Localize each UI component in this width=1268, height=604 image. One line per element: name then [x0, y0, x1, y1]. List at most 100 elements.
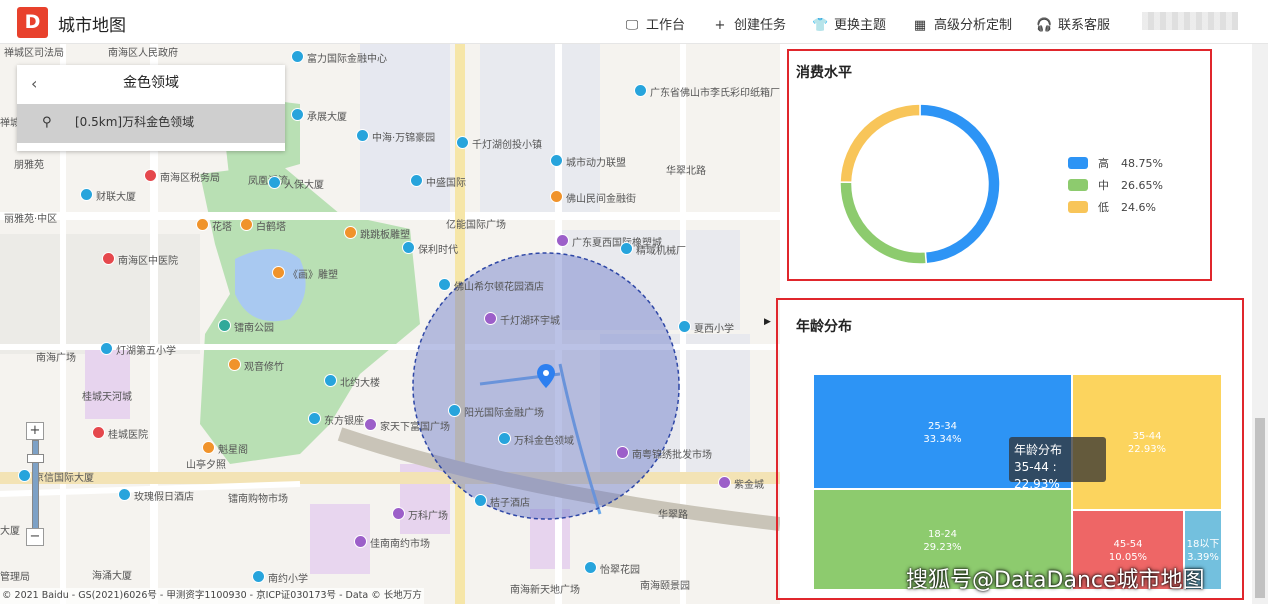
legend-item[interactable]: 高 48.75% — [1068, 155, 1163, 171]
map-poi-label[interactable]: 玫瑰假日酒店 — [134, 488, 194, 503]
map-poi-label[interactable]: 夏西小学 — [694, 320, 734, 335]
map-poi-label[interactable]: 观音修竹 — [244, 358, 284, 373]
poi-pin-icon[interactable] — [196, 218, 209, 231]
poi-pin-icon[interactable] — [252, 570, 265, 583]
poi-pin-icon[interactable] — [268, 176, 281, 189]
panel-scrollbar[interactable] — [1252, 44, 1268, 604]
poi-pin-icon[interactable] — [616, 446, 629, 459]
map-poi-label[interactable]: 华翠路 — [658, 506, 688, 521]
poi-pin-icon[interactable] — [678, 320, 691, 333]
map-poi-label[interactable]: 北约大楼 — [340, 374, 380, 389]
poi-pin-icon[interactable] — [291, 50, 304, 63]
collapse-panel-icon[interactable]: ▶ — [764, 317, 771, 327]
map-poi-label[interactable]: 南海颐景园 — [640, 577, 690, 592]
poi-pin-icon[interactable] — [356, 129, 369, 142]
poi-pin-icon[interactable] — [550, 190, 563, 203]
map-poi-label[interactable]: 白鹤塔 — [256, 218, 286, 233]
poi-pin-icon[interactable] — [92, 426, 105, 439]
map-poi-label[interactable]: 佛山希尔顿花园酒店 — [454, 278, 544, 293]
poi-pin-icon[interactable] — [392, 507, 405, 520]
map-poi-label[interactable]: 南海新天地广场 — [510, 581, 580, 596]
map-poi-label[interactable]: 家天下富国广场 — [380, 418, 450, 433]
poi-pin-icon[interactable] — [448, 404, 461, 417]
poi-pin-icon[interactable] — [272, 266, 285, 279]
map-poi-label[interactable]: 镭南购物市场 — [228, 490, 288, 505]
poi-pin-icon[interactable] — [102, 252, 115, 265]
map-poi-label[interactable]: 千灯湖环宇城 — [500, 312, 560, 327]
map-poi-label[interactable]: 《画》雕塑 — [288, 266, 338, 281]
map-poi-label[interactable]: 精域机械厂 — [636, 242, 686, 257]
poi-pin-icon[interactable] — [308, 412, 321, 425]
map-poi-label[interactable]: 万科金色领域 — [514, 432, 574, 447]
map-poi-label[interactable]: 南海区中医院 — [118, 252, 178, 267]
map-poi-label[interactable]: 阳光国际金融广场 — [464, 404, 544, 419]
nav-advanced-analysis[interactable]: ▦ 高级分析定制 — [912, 14, 1012, 33]
map-poi-label[interactable]: 南粤锦绣批发市场 — [632, 446, 712, 461]
map-poi-label[interactable]: 财联大厦 — [96, 188, 136, 203]
map-poi-label[interactable]: 山亭夕照 — [186, 456, 226, 471]
map-poi-label[interactable]: 南海区税务局 — [160, 169, 220, 184]
poi-pin-icon[interactable] — [100, 342, 113, 355]
map-poi-label[interactable]: 佛山民间金融街 — [566, 190, 636, 205]
poi-pin-icon[interactable] — [634, 84, 647, 97]
donut-slice-低[interactable] — [839, 103, 921, 184]
poi-pin-icon[interactable] — [354, 535, 367, 548]
map-poi-label[interactable]: 南海广场 — [36, 349, 76, 364]
nav-create-task[interactable]: + 创建任务 — [712, 14, 786, 33]
legend-item[interactable]: 低 24.6% — [1068, 199, 1156, 215]
zoom-out-button[interactable]: − — [26, 528, 44, 546]
poi-pin-icon[interactable] — [240, 218, 253, 231]
poi-pin-icon[interactable] — [324, 374, 337, 387]
map-poi-label[interactable]: 海涌大厦 — [92, 567, 132, 582]
map-poi-label[interactable]: 人保大厦 — [284, 176, 324, 191]
map-poi-label[interactable]: 镭南公园 — [234, 319, 274, 334]
poi-pin-icon[interactable] — [118, 488, 131, 501]
poi-pin-icon[interactable] — [550, 154, 563, 167]
map-poi-label[interactable]: 城市动力联盟 — [566, 154, 626, 169]
map-poi-label[interactable]: 南海区人民政府 — [108, 44, 178, 59]
map-poi-label[interactable]: 万科广场 — [408, 507, 448, 522]
map-poi-label[interactable]: 丽雅苑·中区 — [4, 210, 57, 225]
nav-contact-support[interactable]: 🎧 联系客服 — [1036, 14, 1110, 33]
poi-pin-icon[interactable] — [456, 136, 469, 149]
poi-pin-icon[interactable] — [402, 241, 415, 254]
poi-pin-icon[interactable] — [584, 561, 597, 574]
map-poi-label[interactable]: 华翠北路 — [666, 162, 706, 177]
area-list-item[interactable]: ⚲ [0.5km]万科金色领域 — [17, 104, 285, 143]
map-view[interactable]: 禅城区司法局南海区人民政府禅城区办富力国际金融中心承展大厦中海·万锦豪园千灯湖创… — [0, 44, 780, 604]
poi-pin-icon[interactable] — [484, 312, 497, 325]
map-poi-label[interactable]: 魁星阁 — [218, 441, 248, 456]
poi-pin-icon[interactable] — [410, 174, 423, 187]
map-poi-label[interactable]: 灯湖第五小学 — [116, 342, 176, 357]
poi-pin-icon[interactable] — [228, 358, 241, 371]
poi-pin-icon[interactable] — [474, 494, 487, 507]
app-logo[interactable]: D — [17, 7, 48, 38]
back-arrow-icon[interactable]: ‹ — [31, 65, 37, 102]
poi-pin-icon[interactable] — [438, 278, 451, 291]
poi-pin-icon[interactable] — [620, 242, 633, 255]
nav-change-theme[interactable]: 👕 更换主题 — [812, 14, 886, 33]
donut-slice-中[interactable] — [839, 181, 928, 265]
map-poi-label[interactable]: 桂城医院 — [108, 426, 148, 441]
map-poi-label[interactable]: 桂城天河城 — [82, 388, 132, 403]
map-poi-label[interactable]: 禅城区司法局 — [4, 44, 64, 59]
poi-pin-icon[interactable] — [344, 226, 357, 239]
map-poi-label[interactable]: 紫金城 — [734, 476, 764, 491]
map-poi-label[interactable]: 大厦 — [0, 522, 20, 537]
nav-workbench[interactable]: 🖵 工作台 — [624, 14, 685, 33]
legend-item[interactable]: 中 26.65% — [1068, 177, 1163, 193]
donut-slice-高[interactable] — [919, 103, 1001, 265]
poi-pin-icon[interactable] — [291, 108, 304, 121]
poi-pin-icon[interactable] — [202, 441, 215, 454]
zoom-in-button[interactable]: + — [26, 422, 44, 440]
poi-pin-icon[interactable] — [498, 432, 511, 445]
poi-pin-icon[interactable] — [80, 188, 93, 201]
map-poi-label[interactable]: 千灯湖创投小镇 — [472, 136, 542, 151]
scrollbar-thumb[interactable] — [1255, 418, 1265, 598]
map-poi-label[interactable]: 东方银座 — [324, 412, 364, 427]
app-title[interactable]: 城市地图 — [58, 11, 126, 36]
map-poi-label[interactable]: 怡翠花园 — [600, 561, 640, 576]
map-poi-label[interactable]: 佳南南约市场 — [370, 535, 430, 550]
map-poi-label[interactable]: 朋雅苑 — [14, 156, 44, 171]
zoom-slider-handle[interactable] — [27, 454, 44, 463]
